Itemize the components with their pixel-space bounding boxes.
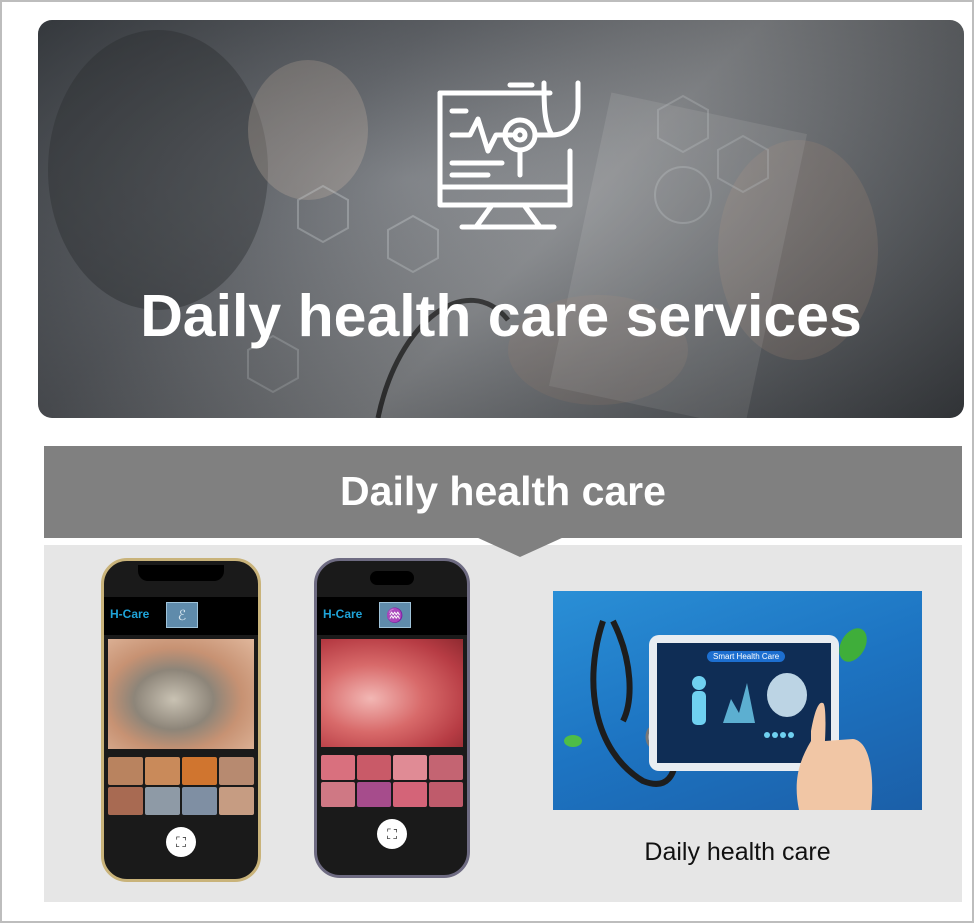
thumbnail[interactable]	[357, 782, 391, 807]
hero-banner: Daily health care services	[38, 20, 964, 418]
thumbnail[interactable]	[429, 755, 463, 780]
phone-notch	[370, 571, 414, 585]
thumbnail[interactable]	[219, 757, 254, 785]
down-arrow-pointer	[476, 537, 564, 557]
phone-notch	[138, 565, 224, 581]
thumbnail[interactable]	[393, 755, 427, 780]
thumbnail-grid	[108, 757, 254, 815]
app-header: H-Care ℰ	[104, 597, 258, 635]
thumbnail[interactable]	[145, 787, 180, 815]
section-title: Daily health care	[340, 468, 666, 514]
thumbnail[interactable]	[145, 757, 180, 785]
thumbnail[interactable]	[393, 782, 427, 807]
hand-pointer	[796, 702, 873, 810]
thumbnail[interactable]	[182, 757, 217, 785]
phone-mockup-ear: H-Care ℰ ⛶	[101, 558, 261, 882]
thumbnail[interactable]	[219, 787, 254, 815]
thumbnail[interactable]	[357, 755, 391, 780]
capture-icon[interactable]: ⛶	[166, 827, 196, 857]
ear-scan-image	[108, 639, 254, 749]
thumbnail[interactable]	[321, 755, 355, 780]
photo-caption: Daily health care	[644, 838, 831, 866]
thumbnail-grid	[321, 755, 463, 807]
app-label: H-Care	[323, 607, 363, 621]
thumbnail[interactable]	[321, 782, 355, 807]
thumbnail[interactable]	[108, 757, 143, 785]
app-header: H-Care ♒	[317, 597, 467, 635]
monitor-stethoscope-icon	[437, 80, 581, 230]
ear-icon[interactable]: ℰ	[166, 602, 198, 628]
thumbnail[interactable]	[108, 787, 143, 815]
hero-title: Daily health care services	[140, 283, 862, 349]
section-banner: Daily health care	[44, 446, 962, 538]
app-label: H-Care	[110, 607, 150, 621]
smart-health-photo: Smart Health Care	[553, 591, 922, 810]
capture-icon[interactable]: ⛶	[377, 819, 407, 849]
phone-mockup-throat: H-Care ♒ ⛶	[314, 558, 470, 878]
thumbnail[interactable]	[182, 787, 217, 815]
throat-scan-image	[321, 639, 463, 747]
thumbnail[interactable]	[429, 782, 463, 807]
throat-icon[interactable]: ♒	[379, 602, 411, 628]
